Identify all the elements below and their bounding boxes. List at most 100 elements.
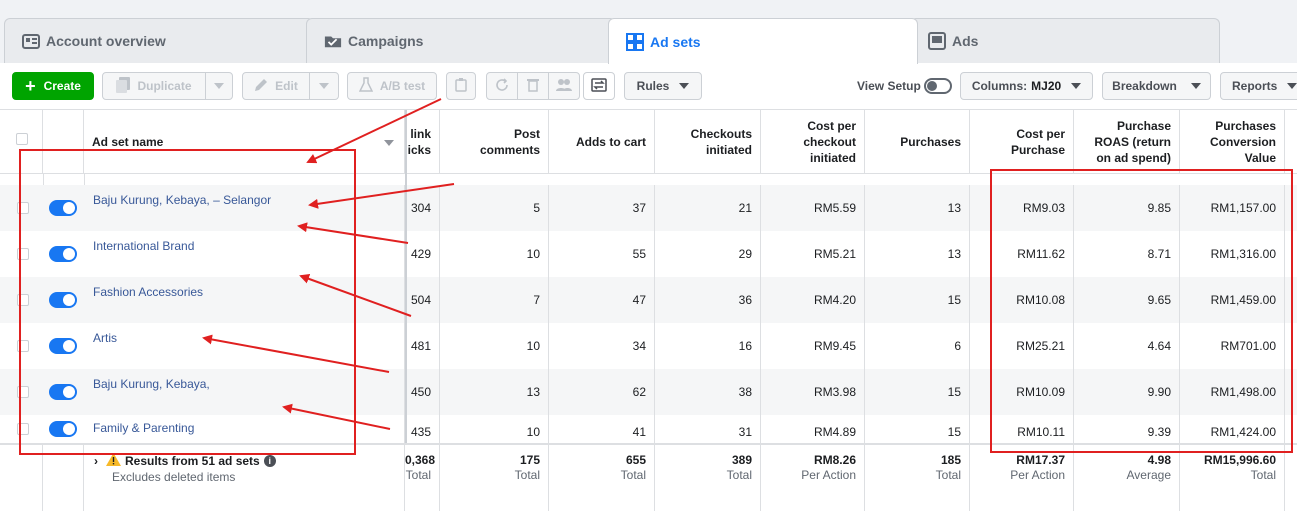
cell-purchases: 13 — [865, 231, 970, 277]
total-value: 389 — [731, 453, 752, 467]
cell-cost-per-purchase: RM25.21 — [970, 323, 1074, 369]
table-row[interactable]: International Brand 429 10 55 29 RM5.21 … — [0, 231, 1297, 277]
header-label: Cost per Purchase — [1010, 127, 1065, 157]
header-label: Purchase ROAS (return on ad spend) — [1094, 119, 1171, 165]
tab-label: Campaigns — [348, 33, 424, 49]
edit-button[interactable]: Edit — [242, 72, 310, 100]
cell-conversion-value: RM1,459.00 — [1180, 277, 1285, 323]
header-adds-to-cart[interactable]: Adds to cart — [549, 110, 655, 174]
compare-icon — [591, 77, 607, 95]
row-checkbox[interactable] — [17, 294, 29, 306]
create-button[interactable]: + Create — [12, 72, 94, 100]
table-row[interactable]: Family & Parenting 435 10 41 31 RM4.89 1… — [0, 415, 1297, 443]
row-toggle[interactable] — [49, 200, 77, 216]
header-label: Post comments — [479, 127, 540, 157]
total-value: 175 — [519, 453, 540, 467]
breakdown-button[interactable]: Breakdown — [1102, 72, 1211, 100]
view-setup-toggle[interactable] — [924, 78, 952, 97]
total-sub: Total — [726, 468, 752, 482]
total-sub: Total — [405, 468, 431, 482]
ad-set-name-link[interactable]: Fashion Accessories — [84, 277, 405, 323]
ad-set-name-link[interactable]: Baju Kurung, Kebaya, – Selangor — [84, 185, 405, 231]
chevron-down-icon — [679, 83, 690, 89]
row-checkbox[interactable] — [17, 423, 29, 435]
total-cost-per-purchase: RM17.37 Per Action — [970, 445, 1074, 511]
duplicate-button[interactable]: Duplicate — [102, 72, 206, 100]
ad-set-name-link[interactable]: Artis — [84, 323, 405, 369]
ad-set-name-link[interactable]: Baju Kurung, Kebaya, — [84, 369, 405, 415]
header-conversion-value[interactable]: Purchases Conversion Value — [1180, 110, 1285, 174]
audience-button[interactable] — [548, 72, 580, 100]
row-checkbox[interactable] — [17, 202, 29, 214]
cell-roas: 8.71 — [1074, 231, 1180, 277]
flask-icon — [358, 76, 374, 96]
header-link-clicks[interactable]: e link clicks — [405, 110, 440, 174]
cell-cost-per-purchase: RM10.09 — [970, 369, 1074, 415]
delete-button[interactable] — [517, 72, 549, 100]
total-purchases: 185 Total — [865, 445, 970, 511]
cell-cost-per-checkout: RM9.45 — [761, 323, 865, 369]
header-cost-per-purchase[interactable]: Cost per Purchase — [970, 110, 1074, 174]
divider — [43, 174, 44, 185]
tab-campaigns[interactable]: Campaigns — [306, 18, 616, 63]
edit-dropdown[interactable] — [309, 72, 339, 100]
cell-cost-per-checkout: RM5.59 — [761, 185, 865, 231]
grid-icon — [626, 32, 644, 51]
row-toggle[interactable] — [49, 338, 77, 354]
ab-test-label: A/B test — [379, 79, 426, 93]
duplicate-dropdown[interactable] — [205, 72, 233, 100]
header-roas[interactable]: Purchase ROAS (return on ad spend) — [1074, 110, 1180, 174]
ad-set-name-link[interactable]: International Brand — [84, 231, 405, 277]
cell-cost-per-checkout: RM5.21 — [761, 231, 865, 277]
clipboard-button[interactable] — [446, 72, 476, 100]
row-toggle[interactable] — [49, 246, 77, 262]
header-post-comments[interactable]: Post comments — [440, 110, 549, 174]
header-checkouts-initiated[interactable]: Checkouts initiated — [655, 110, 761, 174]
table-row[interactable]: Artis 481 10 34 16 RM9.45 6 RM25.21 4.64… — [0, 323, 1297, 369]
header-ad-set-name[interactable]: Ad set name — [84, 110, 405, 174]
sort-icon[interactable] — [384, 140, 394, 146]
table-row[interactable]: Fashion Accessories 504 7 47 36 RM4.20 1… — [0, 277, 1297, 323]
tab-account-overview[interactable]: Account overview — [4, 18, 314, 63]
refresh-icon — [495, 77, 509, 95]
chevron-right-icon[interactable]: › — [94, 454, 98, 468]
cell-post-comments: 7 — [440, 277, 549, 323]
table-row[interactable]: Baju Kurung, Kebaya, 450 13 62 38 RM3.98… — [0, 369, 1297, 415]
cell-cost-per-purchase: RM10.11 — [970, 415, 1074, 443]
table-row[interactable]: Baju Kurung, Kebaya, – Selangor 304 5 37… — [0, 185, 1297, 231]
totals-spacer — [0, 445, 43, 511]
monitor-icon — [928, 32, 946, 50]
cell-adds-to-cart: 47 — [549, 277, 655, 323]
reports-button[interactable]: Reports — [1220, 72, 1297, 100]
row-checkbox[interactable] — [17, 340, 29, 352]
header-cost-per-checkout[interactable]: Cost per checkout initiated — [761, 110, 865, 174]
row-toggle[interactable] — [49, 384, 77, 400]
row-toggle[interactable] — [49, 292, 77, 308]
row-checkbox[interactable] — [17, 248, 29, 260]
header-label: Cost per checkout initiated — [803, 119, 856, 165]
refresh-button[interactable] — [486, 72, 518, 100]
compare-button[interactable] — [583, 72, 615, 100]
reports-label: Reports — [1232, 79, 1278, 93]
rules-button[interactable]: Rules — [624, 72, 702, 100]
cell-link-clicks: 450 — [405, 369, 440, 415]
tab-bar: Account overview Campaigns Ad sets Ads — [0, 0, 1297, 64]
row-toggle[interactable] — [49, 421, 77, 437]
ad-sets-table: Ad set name e link clicks Post comments … — [0, 109, 1297, 511]
cell-checkouts: 21 — [655, 185, 761, 231]
tab-ads[interactable]: Ads — [910, 18, 1220, 63]
row-checkbox[interactable] — [17, 386, 29, 398]
divider — [84, 174, 85, 185]
cell-post-comments: 10 — [440, 231, 549, 277]
header-purchases[interactable]: Purchases — [865, 110, 970, 174]
columns-button[interactable]: Columns: MJ20 — [960, 72, 1093, 100]
select-all-checkbox[interactable] — [16, 133, 28, 145]
cell-post-comments: 13 — [440, 369, 549, 415]
cell-conversion-value: RM701.00 — [1180, 323, 1285, 369]
info-icon[interactable]: i — [263, 455, 276, 467]
ab-test-button[interactable]: A/B test — [347, 72, 437, 100]
clipboard-icon — [455, 77, 467, 95]
ad-set-name-link[interactable]: Family & Parenting — [84, 415, 405, 443]
tab-ad-sets[interactable]: Ad sets — [608, 18, 918, 64]
totals-summary[interactable]: › Results from 51 ad sets i Excludes del… — [84, 445, 405, 511]
